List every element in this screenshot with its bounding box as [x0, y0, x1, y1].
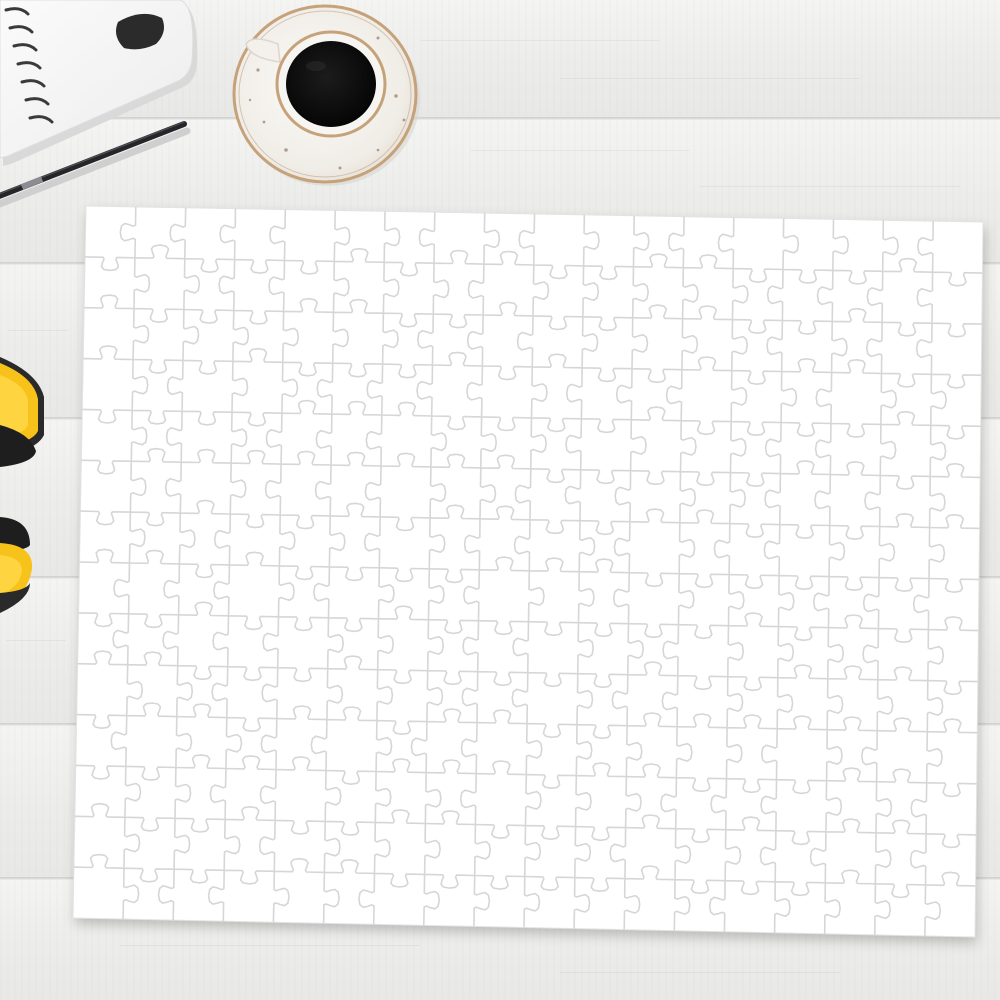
desk-scene: [0, 0, 1000, 1000]
jigsaw-puzzle: [72, 205, 984, 938]
